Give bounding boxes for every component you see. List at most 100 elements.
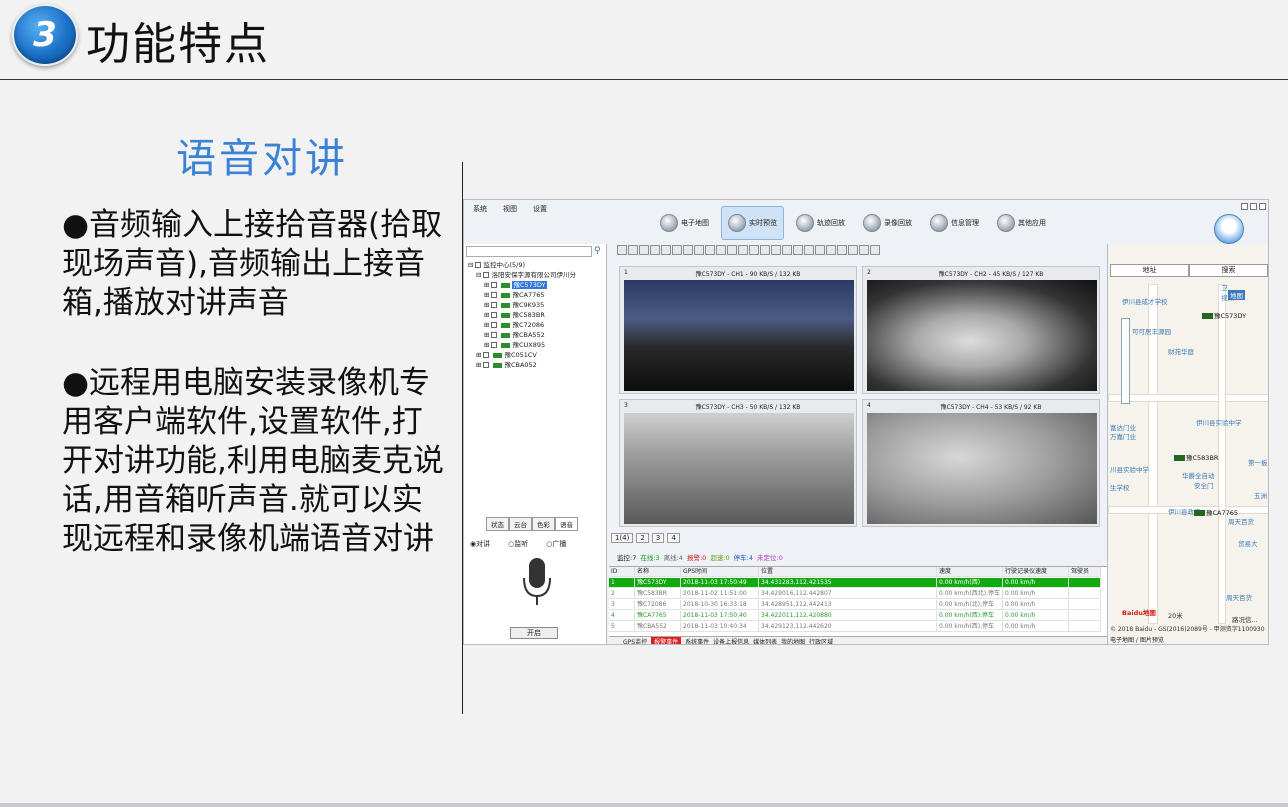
page-tab[interactable]: 1(4): [611, 533, 634, 543]
map-poi: 五洲: [1254, 492, 1267, 500]
map-poi: 财苑华庭: [1168, 348, 1194, 356]
tab-alarm-events[interactable]: 报警事件: [651, 637, 682, 644]
tree-vehicle[interactable]: ⊞ 豫CBA052: [468, 360, 576, 370]
tab-media-list[interactable]: 媒体列表: [753, 637, 777, 644]
tool-icon[interactable]: [804, 245, 814, 255]
menu-system[interactable]: 系统: [473, 204, 487, 216]
tree-company[interactable]: ⊟ 洛阳安保字源有限公司伊川分: [468, 270, 576, 280]
slide: 3 功能特点 语音对讲 ●音频输入上接拾音器(拾取现场声音),音频输出上接音箱,…: [0, 0, 1288, 807]
zoom-icon[interactable]: [760, 245, 770, 255]
tool-icon[interactable]: [859, 245, 869, 255]
layout-icon[interactable]: [716, 245, 726, 255]
tool-icon[interactable]: [771, 245, 781, 255]
map-header: 地址 搜索: [1110, 264, 1268, 277]
page-tabs: 1(4) 2 3 4: [611, 533, 680, 543]
layout-icon[interactable]: [661, 245, 671, 255]
tree-vehicle[interactable]: ⊞ 豫C583BR: [468, 310, 576, 320]
tab-gps-monitor[interactable]: GPS监控: [623, 637, 647, 644]
menu-view[interactable]: 视图: [503, 204, 517, 216]
map-poi: 卫: [1221, 284, 1228, 292]
page-tab[interactable]: 4: [667, 533, 680, 543]
tab-ptz[interactable]: 云台: [509, 517, 532, 531]
tool-icon[interactable]: [782, 245, 792, 255]
layout-icon[interactable]: [738, 245, 748, 255]
tab-voice[interactable]: 语音: [555, 517, 578, 531]
maximize-icon[interactable]: [1250, 203, 1257, 210]
radio-monitor[interactable]: ○监听: [508, 539, 528, 549]
close-icon[interactable]: [1259, 203, 1266, 210]
tree-vehicle[interactable]: ⊞ 豫C051CV: [468, 350, 576, 360]
play-icon[interactable]: [837, 245, 847, 255]
map-zoom-slider[interactable]: [1121, 318, 1130, 404]
tree-vehicle[interactable]: ⊞ 豫CA7765: [468, 290, 576, 300]
layout-icon[interactable]: [694, 245, 704, 255]
tab-device-report[interactable]: 设备上报信息: [713, 637, 749, 644]
map-type-toggle[interactable]: 地图: [1228, 290, 1245, 300]
tree-vehicle[interactable]: ⊞ 豫C9K935: [468, 300, 576, 310]
table-row[interactable]: 4 豫CA7765 2018-11-03 17:50:40 34.422011,112…: [609, 611, 1101, 621]
layout-icon[interactable]: [650, 245, 660, 255]
radio-intercom[interactable]: ◉对讲: [470, 539, 490, 549]
tab-admin-region[interactable]: 行政区域: [809, 637, 833, 644]
device-search-input[interactable]: [466, 246, 592, 257]
traffic-info-button[interactable]: 路况信...: [1232, 614, 1258, 624]
tree-vehicle[interactable]: ⊞ 豫C573DY: [468, 280, 576, 290]
video-toolbar: [617, 245, 880, 257]
minimize-icon[interactable]: [1241, 203, 1248, 210]
video-cell[interactable]: 1 豫C573DY - CH1 - 90 KB/S / 132 KB: [619, 266, 857, 394]
layout-icon[interactable]: [639, 245, 649, 255]
map-vehicle-marker[interactable]: 豫C573DY: [1202, 310, 1246, 320]
tab-color[interactable]: 色彩: [532, 517, 555, 531]
zoom-icon[interactable]: [749, 245, 759, 255]
tree-vehicle[interactable]: ⊞ 豫CBA552: [468, 330, 576, 340]
table-row[interactable]: 2 豫C583BR 2018-11-02 11:51:00 34.429016,112…: [609, 589, 1101, 599]
video-cell[interactable]: 4 豫C573DY - CH4 - 53 KB/S / 92 KB: [862, 399, 1100, 527]
map-tab-search[interactable]: 搜索: [1189, 264, 1268, 277]
map-poi: 周天百货: [1226, 594, 1252, 602]
camera-feed: [867, 280, 1097, 391]
vehicle-icon: [493, 352, 503, 358]
video-cell[interactable]: 3 豫C573DY - CH3 - 50 KB/S / 132 KB: [619, 399, 857, 527]
tool-icon[interactable]: [870, 245, 880, 255]
tree-root[interactable]: ⊟ 监控中心(5/9): [468, 260, 576, 270]
tree-vehicle[interactable]: ⊞ 豫CUX895: [468, 340, 576, 350]
layout-icon[interactable]: [705, 245, 715, 255]
vehicle-icon: [501, 332, 511, 338]
tree-vehicle[interactable]: ⊞ 豫C72086: [468, 320, 576, 330]
tab-system-events[interactable]: 系统事件: [685, 637, 709, 644]
table-row[interactable]: 3 豫C72086 2018-10-30 16:33:18 34.428951,112…: [609, 600, 1101, 610]
open-voice-button[interactable]: 开启: [510, 627, 558, 639]
layout-icon[interactable]: [672, 245, 682, 255]
layout-icon[interactable]: [683, 245, 693, 255]
snapshot-icon[interactable]: [815, 245, 825, 255]
tab-image-preview[interactable]: 图片预览: [1140, 637, 1164, 644]
stop-icon[interactable]: [848, 245, 858, 255]
page-tab[interactable]: 2: [636, 533, 649, 543]
map-vehicle-marker[interactable]: 豫C583BR: [1174, 452, 1218, 462]
layout-icon[interactable]: [617, 245, 627, 255]
vehicle-icon: [501, 302, 511, 308]
layout-icon[interactable]: [628, 245, 638, 255]
video-cell[interactable]: 2 豫C573DY - CH2 - 45 KB/S / 127 KB: [862, 266, 1100, 394]
table-row[interactable]: 5 豫CBA552 2018-11-03 10:40:34 34.429123,112…: [609, 622, 1101, 632]
tool-icon[interactable]: [793, 245, 803, 255]
page-tab[interactable]: 3: [651, 533, 665, 543]
radio-broadcast[interactable]: ○广播: [546, 539, 566, 549]
user-avatar-icon[interactable]: [1214, 214, 1244, 244]
menu-settings[interactable]: 设置: [533, 204, 547, 216]
tab-status[interactable]: 状态: [486, 517, 509, 531]
map-poi: 周天百货: [1228, 518, 1254, 526]
tab-my-map[interactable]: 我的地图: [781, 637, 805, 644]
gps-table: ID 名称 GPS时间 位置 速度 行驶记录仪速度 驾驶员 1 豫C573DY 20…: [609, 566, 1107, 636]
volume-icon[interactable]: [826, 245, 836, 255]
search-icon[interactable]: ⚲: [594, 246, 604, 257]
layout-icon[interactable]: [727, 245, 737, 255]
map-vehicle-marker[interactable]: 豫CA7765: [1194, 507, 1238, 517]
map-panel[interactable]: 地址 搜索 伊川县成才学校 可可居丰源园 财苑华庭 伊川县实验中学 富达门业 万…: [1107, 244, 1268, 644]
table-header: ID 名称 GPS时间 位置 速度 行驶记录仪速度 驾驶员: [609, 567, 1101, 577]
table-row[interactable]: 1 豫C573DY 2018-11-03 17:50:49 34.431283,112…: [609, 578, 1101, 588]
vehicle-icon: [1202, 313, 1213, 319]
tab-e-map[interactable]: 电子地图: [1110, 637, 1134, 644]
map-poi: 生学校: [1110, 484, 1130, 492]
map-tab-address[interactable]: 地址: [1110, 264, 1189, 277]
